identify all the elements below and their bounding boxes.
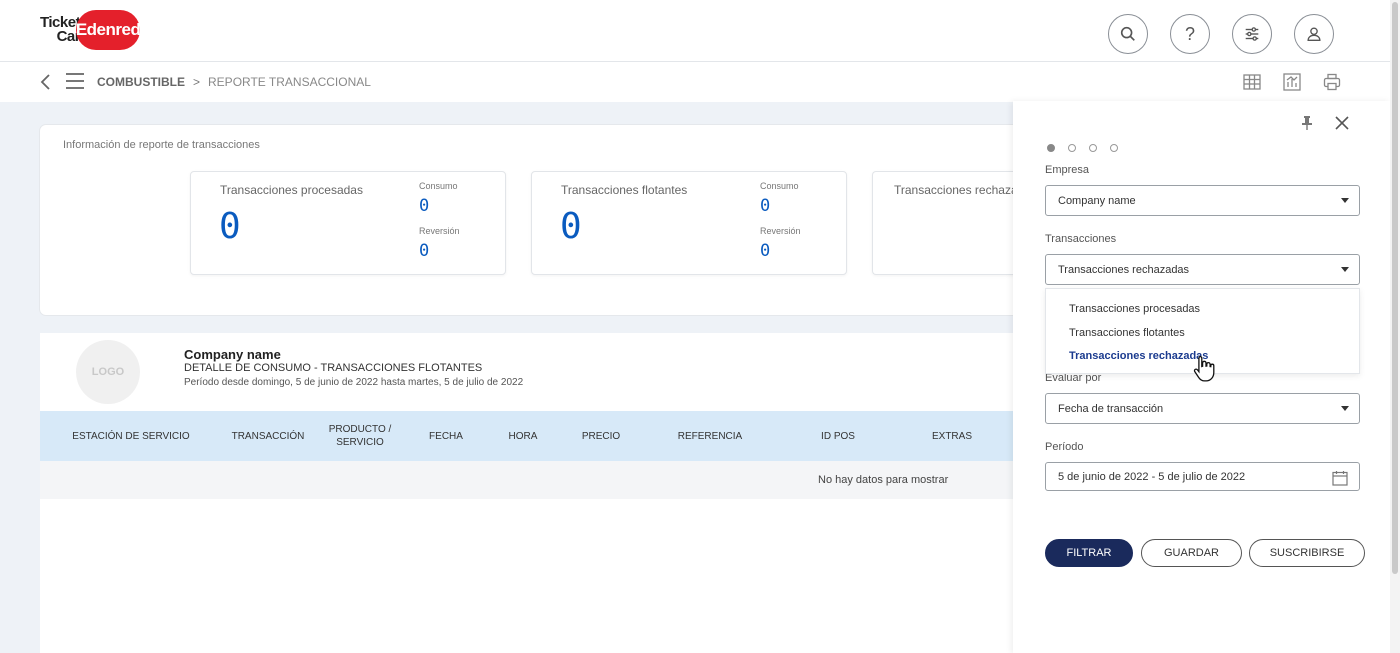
pin-icon[interactable] [1300, 115, 1314, 131]
suscribirse-button[interactable]: SUSCRIBIRSE [1249, 539, 1365, 567]
stat-card-flotantes: Transacciones flotantes 0 Consumo 0 Reve… [531, 171, 847, 275]
breadcrumb-bar: COMBUSTIBLE > REPORTE TRANSACCIONAL [0, 62, 1390, 102]
breadcrumb: COMBUSTIBLE > REPORTE TRANSACCIONAL [97, 75, 371, 89]
info-title: Información de reporte de transacciones [63, 139, 260, 151]
column-header[interactable]: ESTACIÓN DE SERVICIO [68, 411, 194, 461]
empresa-label: Empresa [1045, 164, 1090, 176]
logo-edenred: Edenred [76, 10, 141, 50]
column-header[interactable]: ID POS [811, 411, 865, 461]
periodo-value: 5 de junio de 2022 - 5 de julio de 2022 [1058, 470, 1246, 483]
column-header[interactable]: PRODUCTO / SERVICIO [325, 411, 395, 461]
hand-pointer-cursor-icon [1193, 355, 1215, 382]
transacciones-select[interactable]: Transacciones rechazadas [1045, 254, 1360, 285]
column-header[interactable]: PRECIO [576, 411, 626, 461]
filtrar-button[interactable]: FILTRAR [1045, 539, 1133, 567]
dropdown-option[interactable]: Transacciones procesadas [1069, 303, 1200, 315]
guardar-button[interactable]: GUARDAR [1141, 539, 1242, 567]
evaluar-value: Fecha de transacción [1058, 402, 1164, 415]
transacciones-value: Transacciones rechazadas [1058, 263, 1190, 276]
settings-button[interactable] [1232, 14, 1272, 54]
company-logo-placeholder: LOGO [76, 340, 140, 404]
report-period: Período desde domingo, 5 de junio de 202… [184, 377, 524, 388]
step-dot[interactable] [1089, 144, 1097, 152]
chart-icon[interactable] [1282, 72, 1302, 92]
stat-consumo-label: Consumo [760, 181, 799, 191]
ticket-car-edenred-logo[interactable]: Ticket Car Edenred [40, 10, 141, 50]
periodo-label: Período [1045, 441, 1084, 453]
user-button[interactable] [1294, 14, 1334, 54]
stat-reversion-value: 0 [760, 241, 771, 261]
caret-down-icon [1341, 406, 1349, 411]
empresa-select[interactable]: Company name [1045, 185, 1360, 216]
logo-placeholder-text: LOGO [91, 366, 125, 378]
stat-reversion-value: 0 [419, 241, 430, 261]
column-header[interactable]: REFERENCIA [670, 411, 750, 461]
stat-consumo-value: 0 [419, 196, 430, 216]
step-dot[interactable] [1110, 144, 1118, 152]
column-header[interactable]: TRANSACCIÓN [225, 411, 311, 461]
table-empty-row: No hay datos para mostrar [40, 461, 1040, 499]
dropdown-option-selected[interactable]: Transacciones rechazadas [1069, 350, 1208, 362]
help-icon: ? [1184, 23, 1195, 44]
settings-sliders-icon [1245, 27, 1259, 41]
breadcrumb-section[interactable]: COMBUSTIBLE [97, 75, 185, 89]
close-icon[interactable] [1333, 114, 1351, 132]
calendar-icon[interactable] [1331, 469, 1349, 487]
transacciones-label: Transacciones [1045, 233, 1117, 245]
stat-reversion-label: Reversión [760, 226, 801, 236]
detail-report-card: LOGO Company name DETALLE DE CONSUMO - T… [40, 333, 1040, 653]
print-icon[interactable] [1322, 72, 1342, 92]
step-dot[interactable] [1068, 144, 1076, 152]
report-subtitle: DETALLE DE CONSUMO - TRANSACCIONES FLOTA… [184, 362, 483, 374]
stat-card-procesadas: Transacciones procesadas 0 Consumo 0 Rev… [190, 171, 506, 275]
step-dot-active[interactable] [1047, 144, 1055, 152]
column-header[interactable]: EXTRAS [925, 411, 979, 461]
search-button[interactable] [1108, 14, 1148, 54]
dropdown-option[interactable]: Transacciones flotantes [1069, 327, 1185, 339]
caret-down-icon [1341, 198, 1349, 203]
stat-name: Transacciones flotantes [561, 183, 688, 197]
scrollbar-thumb[interactable] [1392, 2, 1398, 574]
stat-consumo-label: Consumo [419, 181, 458, 191]
user-icon [1307, 27, 1321, 41]
step-indicator [1047, 144, 1118, 152]
help-button[interactable]: ? [1170, 14, 1210, 54]
breadcrumb-separator: > [193, 75, 201, 89]
stat-consumo-value: 0 [760, 196, 771, 216]
column-header[interactable]: FECHA [421, 411, 471, 461]
evaluar-select[interactable]: Fecha de transacción [1045, 393, 1360, 424]
breadcrumb-page: REPORTE TRANSACCIONAL [208, 75, 371, 89]
stat-total: 0 [219, 206, 241, 247]
company-name: Company name [184, 347, 281, 362]
logo-ticket-car: Ticket Car [40, 14, 81, 45]
search-icon [1120, 26, 1135, 41]
chevron-left-icon[interactable] [38, 72, 54, 92]
periodo-date-range[interactable]: 5 de junio de 2022 - 5 de julio de 2022 [1045, 462, 1360, 491]
view-actions [1242, 72, 1342, 92]
stat-total: 0 [560, 206, 582, 247]
page-scrollbar[interactable] [1390, 0, 1400, 653]
caret-down-icon [1341, 267, 1349, 272]
no-data-message: No hay datos para mostrar [818, 474, 949, 486]
stat-reversion-label: Reversión [419, 226, 460, 236]
hamburger-menu-icon[interactable] [66, 73, 84, 91]
top-header: Ticket Car Edenred ? [0, 0, 1390, 62]
stat-name: Transacciones procesadas [220, 183, 363, 197]
header-actions: ? [1108, 14, 1334, 54]
table-icon[interactable] [1242, 72, 1262, 92]
empresa-value: Company name [1058, 194, 1136, 207]
table-header: ESTACIÓN DE SERVICIO TRANSACCIÓN PRODUCT… [40, 411, 1040, 461]
transactions-info-card: Información de reporte de transacciones … [40, 125, 1050, 315]
column-header[interactable]: HORA [502, 411, 544, 461]
